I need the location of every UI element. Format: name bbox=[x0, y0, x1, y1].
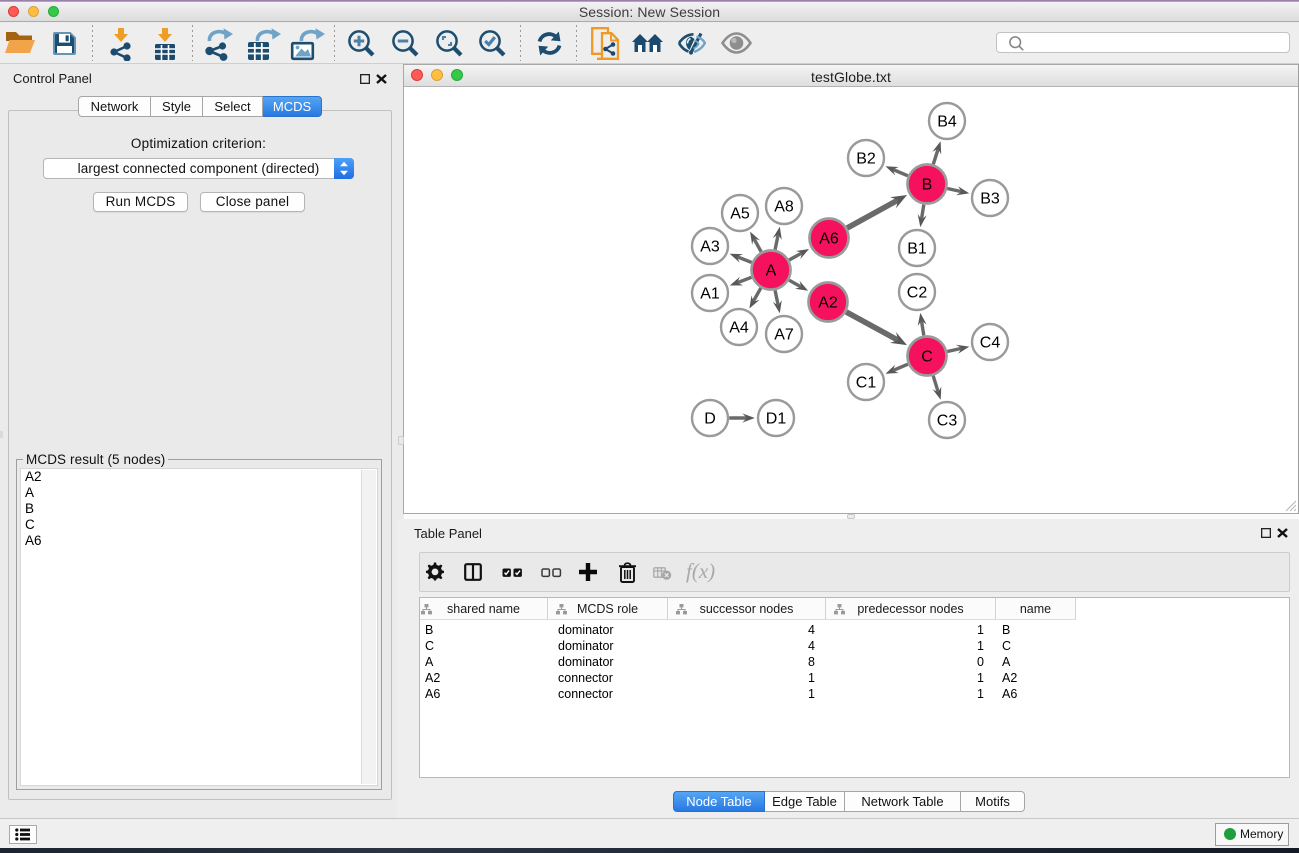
svg-text:B2: B2 bbox=[856, 151, 876, 168]
svg-text:A6: A6 bbox=[819, 231, 839, 248]
svg-text:B4: B4 bbox=[937, 114, 957, 131]
svg-text:B1: B1 bbox=[907, 241, 927, 258]
svg-text:A7: A7 bbox=[774, 327, 794, 344]
svg-text:C: C bbox=[921, 349, 933, 366]
svg-text:C1: C1 bbox=[856, 375, 877, 392]
svg-text:A4: A4 bbox=[729, 320, 749, 337]
svg-text:D1: D1 bbox=[766, 411, 787, 428]
svg-text:D: D bbox=[704, 411, 716, 428]
svg-text:B: B bbox=[922, 177, 933, 194]
svg-text:A1: A1 bbox=[700, 286, 720, 303]
svg-text:B3: B3 bbox=[980, 191, 1000, 208]
svg-text:C2: C2 bbox=[907, 285, 928, 302]
svg-text:A: A bbox=[766, 263, 777, 280]
svg-text:A5: A5 bbox=[730, 206, 750, 223]
svg-text:C3: C3 bbox=[937, 413, 958, 430]
svg-text:A2: A2 bbox=[818, 295, 838, 312]
svg-text:A3: A3 bbox=[700, 239, 720, 256]
svg-text:A8: A8 bbox=[774, 199, 794, 216]
svg-text:C4: C4 bbox=[980, 335, 1001, 352]
